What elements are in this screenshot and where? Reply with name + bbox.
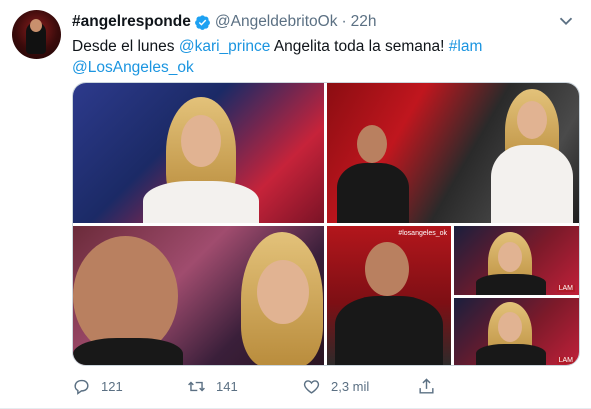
photo-face xyxy=(181,115,221,167)
like-count: 2,3 mil xyxy=(331,378,370,394)
handle[interactable]: @AngeldebritoOk xyxy=(215,13,338,31)
media-logo: LAM xyxy=(556,357,575,364)
verified-badge-icon xyxy=(194,14,210,30)
photo-face xyxy=(357,125,387,163)
retweet-button[interactable]: 141 xyxy=(187,376,302,396)
media-watermark: #losangeles_ok xyxy=(398,230,447,237)
tweet-text-part: Angelita toda la semana! xyxy=(270,38,449,55)
retweet-count: 141 xyxy=(216,378,238,394)
tweet-text: Desde el lunes @kari_prince Angelita tod… xyxy=(72,36,577,78)
photo-shirt xyxy=(73,338,183,365)
photo-shirt xyxy=(476,274,546,295)
photo-shirt xyxy=(335,296,443,365)
photo-shirt xyxy=(476,344,546,365)
timestamp[interactable]: 22h xyxy=(351,13,377,31)
photo-face xyxy=(517,101,547,139)
action-bar: 121 141 2,3 mil xyxy=(72,376,532,396)
mention-link[interactable]: @LosAngeles_ok xyxy=(72,59,194,76)
share-button[interactable] xyxy=(417,376,532,396)
display-name[interactable]: #angelresponde xyxy=(72,13,191,31)
media-photo-3[interactable] xyxy=(73,226,324,365)
media-grid: #losangeles_ok LAM LAM xyxy=(72,82,580,366)
separator-dot: · xyxy=(341,13,347,30)
media-photo-6[interactable]: LAM xyxy=(454,298,579,365)
media-photo-1[interactable] xyxy=(73,83,324,223)
media-photo-5[interactable]: LAM xyxy=(454,226,579,295)
photo-face xyxy=(365,242,409,296)
photo-face xyxy=(498,312,522,342)
reply-icon xyxy=(74,379,89,395)
tweet-text-part: Desde el lunes xyxy=(72,38,179,55)
chevron-down-icon[interactable] xyxy=(555,10,577,32)
reply-count: 121 xyxy=(101,378,123,394)
tweet[interactable]: #angelresponde @AngeldebritoOk · 22h Des… xyxy=(0,0,591,409)
share-icon xyxy=(419,377,434,394)
hashtag-link[interactable]: #lam xyxy=(449,38,483,55)
photo-shirt xyxy=(491,145,573,223)
tweet-header: #angelresponde @AngeldebritoOk · 22h xyxy=(72,11,377,33)
photo-face xyxy=(498,242,522,272)
media-photo-4[interactable]: #losangeles_ok xyxy=(327,226,451,365)
retweet-icon xyxy=(188,381,205,391)
media-logo: LAM xyxy=(556,285,575,292)
photo-shirt xyxy=(337,163,409,223)
avatar-face xyxy=(30,19,42,32)
like-button[interactable]: 2,3 mil xyxy=(302,376,417,396)
photo-shirt xyxy=(143,181,259,223)
media-photo-2[interactable] xyxy=(327,83,579,223)
avatar[interactable] xyxy=(12,10,61,59)
reply-button[interactable]: 121 xyxy=(72,376,187,396)
mention-link[interactable]: @kari_prince xyxy=(179,38,271,55)
photo-face xyxy=(257,260,309,324)
heart-icon xyxy=(303,379,320,394)
